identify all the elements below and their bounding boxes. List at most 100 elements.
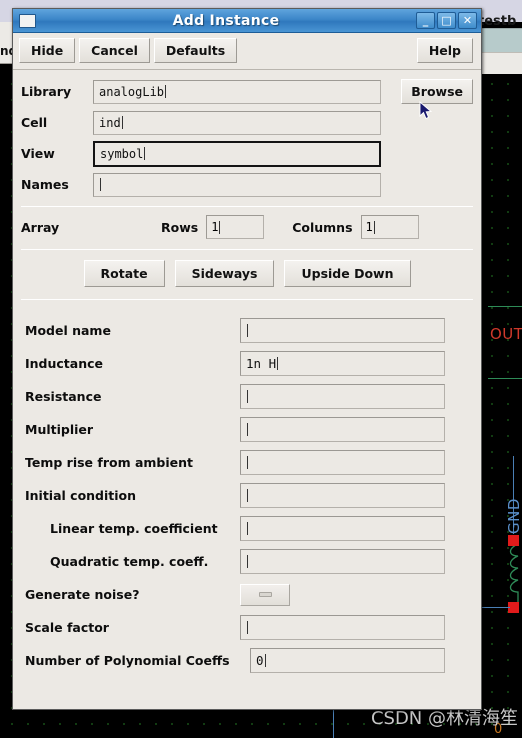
library-value: analogLib (99, 84, 165, 99)
defaults-button[interactable]: Defaults (153, 38, 238, 63)
window-icon (19, 13, 36, 28)
text-caret (121, 116, 123, 129)
multiplier-input[interactable] (240, 417, 445, 442)
identity-fields: Library analogLib Browse Cell ind View s… (13, 70, 481, 202)
help-button[interactable]: Help (416, 38, 473, 63)
temp-rise-input[interactable] (240, 450, 445, 475)
text-caret (277, 357, 279, 370)
browse-button[interactable]: Browse (401, 79, 473, 104)
inductance-value: 1n H (246, 356, 277, 371)
model-name-input[interactable] (240, 318, 445, 343)
generate-noise-toggle[interactable] (240, 583, 290, 606)
dialog-title: Add Instance (172, 12, 280, 29)
rows-input[interactable]: 1 (206, 215, 265, 239)
toggle-indicator-icon (258, 592, 272, 597)
resistance-label: Resistance (25, 389, 102, 404)
param-row: Scale factor (13, 611, 481, 644)
generate-noise-label: Generate noise? (25, 587, 140, 602)
browse-area: Browse (381, 79, 473, 120)
upside-down-button[interactable]: Upside Down (284, 260, 411, 287)
cell-input[interactable]: ind (93, 110, 381, 135)
linear-temp-coefficient-label: Linear temp. coefficient (50, 521, 218, 536)
wire-segment (333, 708, 334, 738)
names-label: Names (21, 177, 69, 192)
parameter-list: Model name Inductance 1n H Resistance Mu… (13, 304, 481, 677)
temp-rise-label: Temp rise from ambient (25, 455, 193, 470)
dialog-action-bar: Hide Cancel Defaults Help (13, 33, 481, 70)
inductance-input[interactable]: 1n H (240, 351, 445, 376)
close-icon[interactable]: ✕ (458, 12, 477, 29)
inductor-symbol (509, 544, 519, 602)
text-caret (247, 390, 248, 403)
net-label-out: OUT (490, 325, 522, 343)
view-label: View (21, 146, 55, 161)
hide-button[interactable]: Hide (19, 38, 76, 63)
param-row: Resistance (13, 380, 481, 413)
wire-segment (488, 306, 522, 307)
window-controls: _ □ ✕ (416, 12, 477, 29)
text-caret (247, 489, 248, 502)
text-caret (373, 220, 375, 234)
wire-segment (478, 607, 510, 608)
param-row: Linear temp. coefficient (13, 512, 481, 545)
rows-label: Rows (161, 219, 199, 235)
view-row: View symbol (13, 138, 481, 169)
cell-row: Cell ind (13, 107, 481, 138)
text-caret (247, 456, 248, 469)
names-input[interactable] (93, 172, 381, 197)
quadratic-temp-coeff-input[interactable] (240, 549, 445, 574)
view-value: symbol (100, 146, 144, 161)
rotate-button[interactable]: Rotate (83, 260, 165, 287)
text-caret (219, 220, 221, 234)
background-toolbar-strip-secondary (478, 52, 522, 74)
param-row: Generate noise? (13, 578, 481, 611)
library-row: Library analogLib Browse (13, 76, 481, 120)
cancel-button[interactable]: Cancel (79, 38, 150, 63)
cell-label: Cell (21, 115, 48, 130)
divider (21, 206, 473, 207)
inductance-label: Inductance (25, 356, 104, 371)
library-input[interactable]: analogLib (93, 79, 381, 104)
sideways-button[interactable]: Sideways (174, 260, 275, 287)
text-caret (247, 621, 248, 634)
param-row: Inductance 1n H (13, 347, 481, 380)
rows-value: 1 (211, 220, 219, 234)
linear-temp-coefficient-input[interactable] (240, 516, 445, 541)
columns-value: 1 (365, 220, 373, 234)
cell-value: ind (99, 115, 121, 130)
param-row: Number of Polynomial Coeffs 0 (13, 644, 481, 677)
divider (21, 249, 473, 250)
maximize-icon[interactable]: □ (437, 12, 456, 29)
initial-condition-label: Initial condition (25, 488, 137, 503)
dialog-titlebar[interactable]: Add Instance _ □ ✕ (13, 9, 481, 33)
text-caret (264, 654, 266, 667)
array-row: Array Rows 1 Columns 1 (13, 211, 481, 245)
array-label: Array (21, 219, 60, 235)
param-row: Quadratic temp. coeff. (13, 545, 481, 578)
text-caret (247, 423, 248, 436)
orientation-buttons: Rotate Sideways Upside Down (13, 254, 481, 295)
library-label: Library (21, 84, 72, 99)
mouse-cursor-icon (419, 101, 433, 120)
polynomial-coeffs-input[interactable]: 0 (250, 648, 445, 673)
param-row: Model name (13, 314, 481, 347)
names-row: Names (13, 169, 481, 200)
view-input[interactable]: symbol (93, 140, 381, 167)
text-caret (247, 555, 248, 568)
initial-condition-input[interactable] (240, 483, 445, 508)
scale-factor-input[interactable] (240, 615, 445, 640)
scale-factor-label: Scale factor (25, 620, 109, 635)
text-caret (247, 324, 248, 337)
param-row: Multiplier (13, 413, 481, 446)
text-caret (144, 147, 146, 160)
resistance-input[interactable] (240, 384, 445, 409)
text-caret (100, 178, 101, 191)
pin-marker (508, 535, 519, 546)
columns-input[interactable]: 1 (360, 215, 419, 239)
minimize-icon[interactable]: _ (416, 12, 435, 29)
add-instance-dialog: Add Instance _ □ ✕ Hide Cancel Defaults … (12, 8, 482, 710)
columns-label: Columns (292, 219, 353, 235)
divider (21, 299, 473, 300)
text-caret (165, 85, 167, 98)
net-label-gnd: GND (505, 498, 522, 534)
